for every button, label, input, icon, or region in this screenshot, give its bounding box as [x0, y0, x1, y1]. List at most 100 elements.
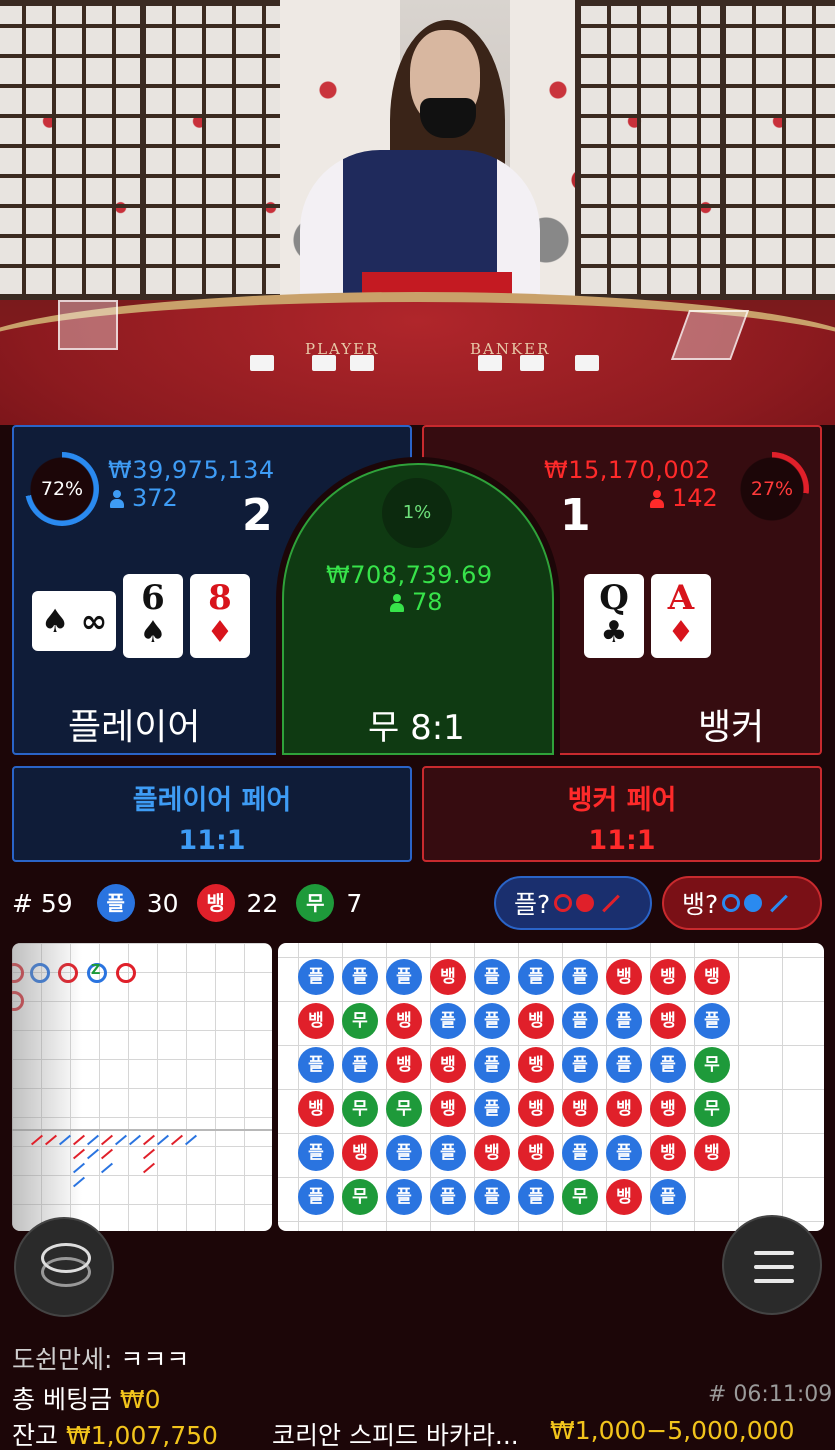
player-count-value: 372 [132, 484, 178, 512]
chip-stack-icon [41, 1243, 91, 1273]
banker-bet-amount: ₩15,170,002 [544, 456, 711, 484]
bead-road[interactable]: 플뱅플뱅플플플무플무뱅무플뱅뱅무플플뱅플뱅뱅플플플플플플뱅플플뱅뱅뱅뱅플플플플뱅… [278, 943, 824, 1231]
player-score: 2 [242, 490, 273, 541]
road-slash [114, 1134, 128, 1146]
bead-result: 뱅 [518, 1135, 554, 1171]
banker-score: 1 [560, 490, 591, 541]
banker-label: 뱅커 [698, 707, 765, 748]
bead-result: 뱅 [430, 1091, 466, 1127]
live-video: PLAYER BANKER [0, 0, 835, 425]
menu-button[interactable] [722, 1215, 822, 1315]
tie-percent-ring: 1% [382, 478, 452, 548]
bead-result: 무 [694, 1047, 730, 1083]
road-slash [128, 1134, 142, 1146]
bead-result: 뱅 [298, 1003, 334, 1039]
road-slash [142, 1134, 156, 1146]
player-percent-ring: 72% [25, 452, 99, 526]
bead-result: 뱅 [606, 1179, 642, 1215]
bead-result: 플 [298, 1135, 334, 1171]
bead-result: 플 [474, 1047, 510, 1083]
slash-marker-icon [770, 894, 789, 912]
menu-icon [754, 1251, 794, 1255]
bead-result: 플 [606, 1135, 642, 1171]
player-pair-label: 플레이어 페어 [132, 785, 292, 816]
tie-bet-amount: ₩708,739.69 [326, 561, 493, 589]
person-icon [650, 490, 664, 508]
bead-result: 뱅 [430, 1047, 466, 1083]
road-slash [100, 1148, 114, 1160]
dot-marker-icon [744, 894, 763, 912]
bet-limits: ₩1,000−5,000,000 [550, 1416, 795, 1445]
tie-label: 무 8:1 [368, 708, 465, 748]
player-bet-amount: ₩39,975,134 [108, 456, 275, 484]
banker-predict-label: 뱅? [682, 890, 719, 919]
bead-result: 플 [518, 1179, 554, 1215]
bead-result: 무 [342, 1003, 378, 1039]
card-shoe [58, 300, 118, 350]
big-road-marker: Z [91, 963, 101, 978]
bead-result: 뱅 [650, 1091, 686, 1127]
bead-result: 플 [694, 1003, 730, 1039]
total-bet-value: ₩0 [119, 1385, 161, 1414]
person-icon [110, 490, 124, 508]
banker-predict-button[interactable]: 뱅? [662, 876, 822, 930]
menu-icon [754, 1265, 794, 1269]
balance-label: 잔고 [12, 1421, 59, 1450]
table-name[interactable]: 코리안 스피드 바카라... [272, 1416, 519, 1450]
bead-result: 뱅 [386, 1047, 422, 1083]
table-card [575, 355, 599, 371]
road-slash [156, 1134, 170, 1146]
road-mark [116, 963, 136, 983]
bead-result: 뱅 [650, 959, 686, 995]
bead-result: 뱅 [386, 1003, 422, 1039]
player-predict-button[interactable]: 플? [494, 876, 652, 930]
big-road[interactable]: Z [12, 943, 272, 1231]
round-number: # 59 [12, 888, 73, 918]
road-slash [100, 1162, 114, 1174]
banker-card-1: Q ♣ [584, 574, 644, 658]
bead-result: 플 [430, 1135, 466, 1171]
card-rank: 8 [208, 578, 232, 618]
bead-result: 플 [298, 1047, 334, 1083]
road-slash [86, 1134, 100, 1146]
bead-result: 뱅 [694, 1135, 730, 1171]
total-bet-label: 총 베팅금 [12, 1385, 112, 1414]
banker-pair-bet[interactable]: 뱅커 페어 11:1 [422, 766, 822, 862]
bead-result: 플 [562, 1003, 598, 1039]
bead-result: 뱅 [562, 1091, 598, 1127]
bead-result: 플 [298, 1179, 334, 1215]
card-rank: Q [599, 578, 629, 618]
player-predict-label: 플? [514, 890, 551, 919]
banker-percent: 27% [750, 478, 794, 500]
bead-result: 플 [562, 1047, 598, 1083]
road-fade [12, 943, 82, 1231]
chat-user: 도쉰만세: [12, 1345, 113, 1374]
balance-value: ₩1,007,750 [65, 1421, 218, 1450]
balance: 잔고 ₩1,007,750 [12, 1416, 218, 1450]
bead-result: 플 [386, 1135, 422, 1171]
banker-card-2: A ♦ [651, 574, 711, 658]
bead-result: 플 [650, 1047, 686, 1083]
decor-screen [720, 0, 835, 300]
bead-result: 플 [606, 1047, 642, 1083]
chips-button[interactable] [14, 1217, 114, 1317]
bead-result: 플 [386, 959, 422, 995]
player-pair-odds: 11:1 [178, 825, 246, 856]
tie-stat-icon: 무 [296, 884, 335, 922]
bead-result: 뱅 [518, 1003, 554, 1039]
bead-result: 플 [650, 1179, 686, 1215]
banker-win-count: 22 [246, 888, 279, 918]
table-card [312, 355, 336, 371]
bead-result: 무 [342, 1091, 378, 1127]
road-slash [100, 1134, 114, 1146]
player-pair-bet[interactable]: 플레이어 페어 11:1 [12, 766, 412, 862]
banker-pair-label: 뱅커 페어 [567, 785, 677, 816]
road-mark: Z [87, 963, 107, 983]
bead-result: 뱅 [606, 959, 642, 995]
ring-marker-icon [722, 894, 741, 912]
dealer-mask [420, 98, 476, 138]
tie-count: 7 [346, 888, 363, 918]
bead-result: 플 [606, 1003, 642, 1039]
tie-percent: 1% [402, 502, 432, 523]
diamond-icon: ♦ [667, 615, 695, 650]
